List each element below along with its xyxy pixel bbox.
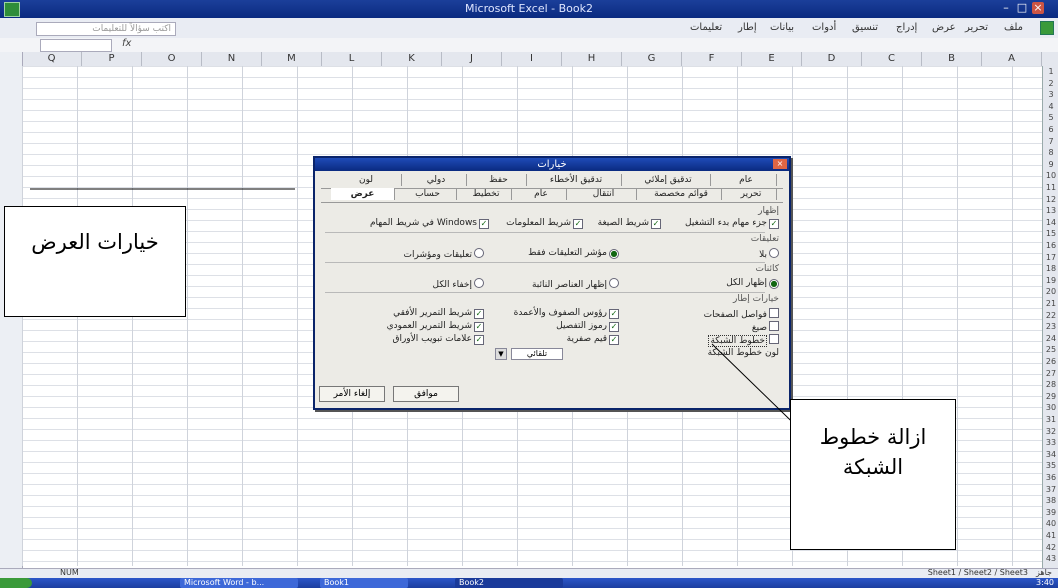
callout-remove-gridlines: ازالة خطوط الشبكة bbox=[790, 399, 956, 550]
callout-display-options: خيارات العرض bbox=[4, 206, 186, 317]
